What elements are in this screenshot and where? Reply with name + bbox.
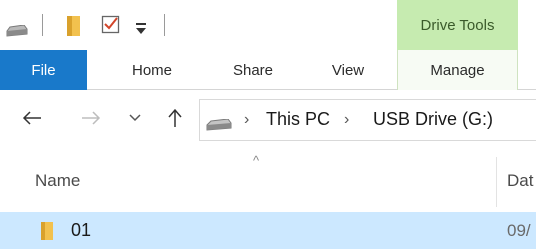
file-date: 09/ [507, 221, 531, 240]
tab-manage[interactable]: Manage [397, 50, 518, 90]
toolbar-separator [42, 14, 43, 36]
column-divider[interactable] [496, 157, 497, 207]
tab-share[interactable]: Share [218, 50, 288, 90]
column-name[interactable]: Name [35, 171, 80, 191]
column-header: ^ Name Dat [0, 147, 536, 207]
breadcrumb-this-pc[interactable]: This PC [266, 109, 330, 130]
properties-icon[interactable] [101, 15, 121, 40]
tab-home[interactable]: Home [114, 50, 190, 90]
ribbon-tabs: File Home Share View Manage [0, 50, 536, 90]
tab-file[interactable]: File [0, 50, 87, 90]
drive-tools-header: Drive Tools [397, 0, 518, 50]
navigation-bar: › This PC › USB Drive (G:) [0, 91, 536, 147]
folder-icon [40, 221, 54, 246]
back-arrow-icon[interactable] [20, 105, 44, 131]
drive-icon[interactable] [6, 24, 28, 42]
recent-locations-chevron-icon[interactable] [123, 105, 147, 131]
breadcrumb-chevron-icon[interactable]: › [344, 111, 349, 129]
breadcrumb-chevron-icon[interactable]: › [244, 111, 249, 129]
tab-view[interactable]: View [318, 50, 378, 90]
drive-icon [206, 118, 232, 136]
toolbar-separator [164, 14, 165, 36]
sort-ascending-icon: ^ [253, 153, 260, 168]
file-name: 01 [71, 220, 92, 240]
file-row[interactable]: 01 09/ [0, 212, 536, 249]
column-date[interactable]: Dat [507, 171, 533, 191]
new-folder-icon[interactable] [64, 15, 84, 42]
customize-dropdown-icon[interactable] [134, 18, 148, 36]
address-bar[interactable]: › This PC › USB Drive (G:) [199, 99, 536, 141]
up-arrow-icon[interactable] [163, 105, 187, 131]
breadcrumb-usb-drive[interactable]: USB Drive (G:) [373, 109, 493, 130]
forward-arrow-icon[interactable] [79, 105, 103, 131]
